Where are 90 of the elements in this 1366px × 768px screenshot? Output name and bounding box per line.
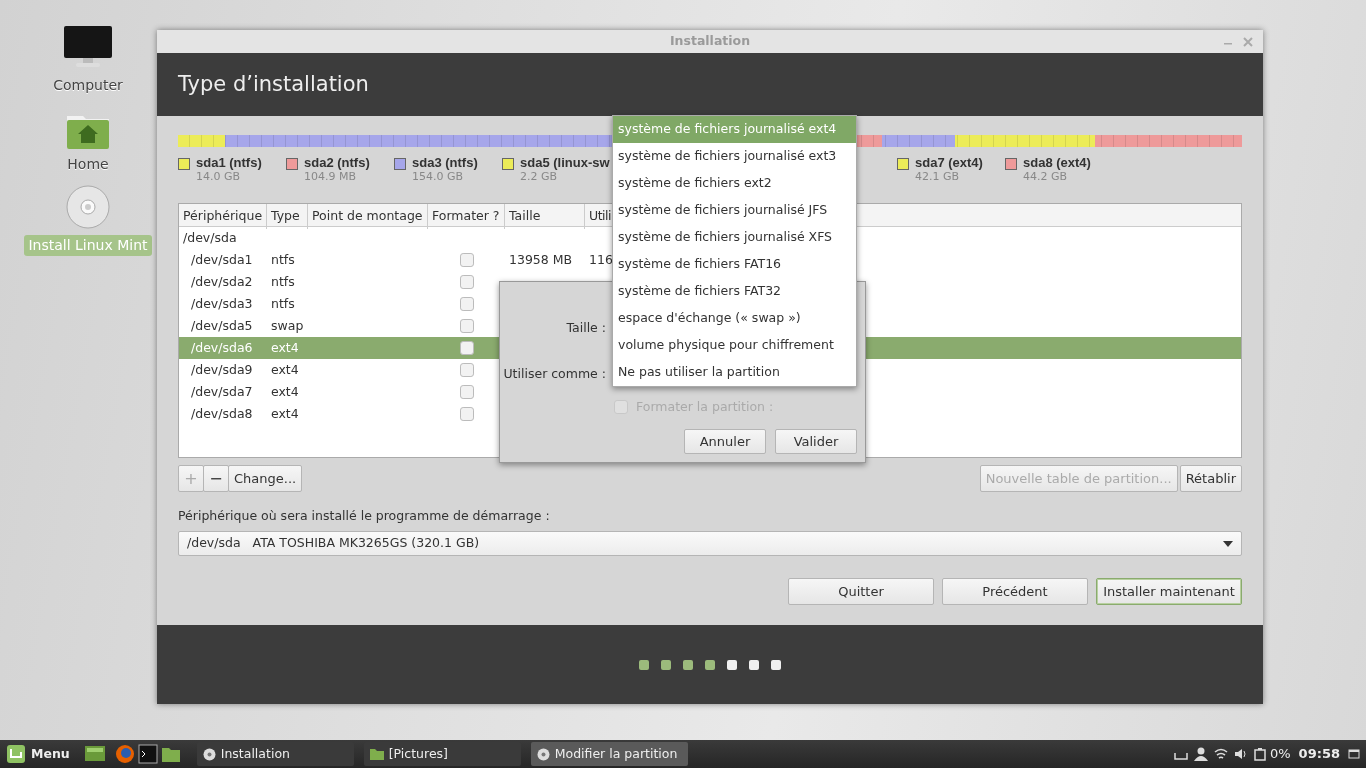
legend-size: 104.9 MB (304, 171, 358, 184)
format-checkbox[interactable] (460, 385, 474, 400)
column-header[interactable]: Formater ? (428, 204, 505, 230)
table-cell[interactable]: /dev/sda2 (179, 273, 257, 292)
show-desktop-icon[interactable] (1348, 748, 1360, 760)
format-checkbox[interactable] (460, 297, 474, 312)
legend-name: sda7 (ext4) (915, 155, 983, 172)
legend-size: 44.2 GB (1023, 171, 1069, 184)
column-header[interactable]: Taille (505, 204, 585, 230)
table-cell-text: ntfs (270, 251, 296, 270)
table-cell[interactable]: /dev/sda7 (179, 383, 257, 402)
table-cell[interactable]: /dev/sda (179, 229, 241, 248)
device-path: /dev/sda (187, 534, 241, 553)
table-cell-text: ntfs (270, 295, 296, 314)
desktop-icon-label[interactable]: Home (63, 154, 113, 175)
wifi-icon[interactable] (1214, 747, 1228, 761)
disc-icon (202, 747, 216, 761)
boot-device-dropdown[interactable]: /dev/sda ATA TOSHIBA MK3265GS (320.1 GB) (178, 531, 1242, 557)
battery-percent: 0% (1270, 745, 1291, 764)
table-cell-text: ext4 (270, 383, 300, 402)
menu-item[interactable]: espace d'échange (« swap ») (613, 305, 856, 332)
table-cell-text: swap (270, 317, 305, 336)
monitor-icon[interactable] (63, 25, 113, 69)
format-checkbox[interactable] (460, 407, 474, 422)
taskbar-button[interactable]: [Pictures] (363, 742, 521, 766)
legend-name: sda1 (ntfs) (196, 155, 262, 172)
menu-button[interactable]: Menu (0, 742, 76, 766)
format-checkbox[interactable] (460, 319, 474, 334)
table-cell[interactable]: /dev/sda3 (179, 295, 257, 314)
boot-device-label: Périphérique où sera installé le programme de démarrage : (178, 507, 551, 526)
legend-size: 14.0 GB (196, 171, 242, 184)
legend-size: 42.1 GB (915, 171, 961, 184)
column-header[interactable]: Point de montage (308, 204, 428, 230)
legend-name: sda3 (ntfs) (412, 155, 478, 172)
table-cell-text: ext4 (270, 405, 300, 424)
user-icon[interactable] (1194, 747, 1208, 761)
menu-item[interactable]: Ne pas utiliser la partition (613, 359, 856, 386)
table-cell[interactable]: /dev/sda8 (179, 405, 257, 424)
column-header[interactable]: Utili (585, 204, 615, 230)
table-cell-text: 116 (588, 251, 614, 270)
cancel-button[interactable]: Annuler (684, 429, 766, 454)
back-button[interactable]: Précédent (942, 578, 1088, 606)
format-checkbox[interactable] (460, 341, 474, 356)
column-header[interactable]: Périphérique (179, 204, 267, 230)
legend-name: sda8 (ext4) (1023, 155, 1091, 172)
menu-item[interactable]: volume physique pour chiffrement (613, 332, 856, 359)
desktop-icon-label[interactable]: Computer (49, 75, 127, 96)
format-checkbox[interactable] (460, 275, 474, 290)
change-button[interactable]: Change... (228, 465, 303, 493)
field-label: Utiliser comme : (503, 365, 606, 383)
legend-name: sda2 (ntfs) (304, 155, 370, 172)
table-cell-text: ext4 (270, 361, 300, 380)
revert-button[interactable]: Rétablir (1179, 465, 1242, 493)
caret-icon (1223, 540, 1233, 547)
table-cell[interactable]: /dev/sda9 (179, 361, 257, 380)
menu-item[interactable]: système de fichiers FAT16 (613, 251, 856, 278)
ok-button[interactable]: Valider (775, 429, 857, 454)
menu-item[interactable]: système de fichiers journalisé ext3 (613, 143, 856, 170)
legend-size: 2.2 GB (520, 171, 559, 184)
legend-size: 154.0 GB (412, 171, 465, 184)
format-checkbox[interactable] (460, 253, 474, 268)
menu-item[interactable]: système de fichiers ext2 (613, 170, 856, 197)
legend-name: sda5 (linux-sw (520, 155, 610, 172)
taskbar-button[interactable]: Installation (196, 742, 354, 766)
folder-icon (369, 748, 384, 760)
table-cell-text: ext4 (270, 339, 300, 358)
table-cell[interactable]: /dev/sda1 (179, 251, 257, 270)
menu-item[interactable]: système de fichiers journalisé XFS (613, 224, 856, 251)
taskbar-button[interactable]: Modifier la partition (530, 742, 688, 766)
volume-icon[interactable] (1234, 747, 1248, 761)
browser-icon[interactable] (113, 743, 136, 765)
install-now-button[interactable]: Installer maintenant (1096, 578, 1242, 606)
battery-icon[interactable] (1254, 747, 1268, 761)
page-heading: Type d’installation (178, 71, 369, 98)
remove-button[interactable]: − (203, 465, 229, 493)
mint-logo-icon (6, 744, 26, 764)
table-cell[interactable]: /dev/sda5 (179, 317, 257, 336)
format-checkbox[interactable] (460, 363, 474, 378)
disc-icon (536, 747, 550, 761)
field-label: Taille : (566, 319, 606, 337)
menu-item[interactable]: système de fichiers journalisé JFS (613, 197, 856, 224)
table-cell-text: 13958 MB (508, 251, 574, 270)
column-header[interactable]: Type (267, 204, 308, 230)
table-cell-text: ntfs (270, 273, 296, 292)
window-title: Installation (669, 32, 751, 51)
clock[interactable]: 09:58 (1298, 744, 1340, 764)
device-description: ATA TOSHIBA MK3265GS (320.1 GB) (252, 534, 481, 553)
menu-item[interactable]: système de fichiers FAT32 (613, 278, 856, 305)
quit-button[interactable]: Quitter (788, 578, 934, 606)
terminal-icon[interactable] (136, 743, 159, 765)
